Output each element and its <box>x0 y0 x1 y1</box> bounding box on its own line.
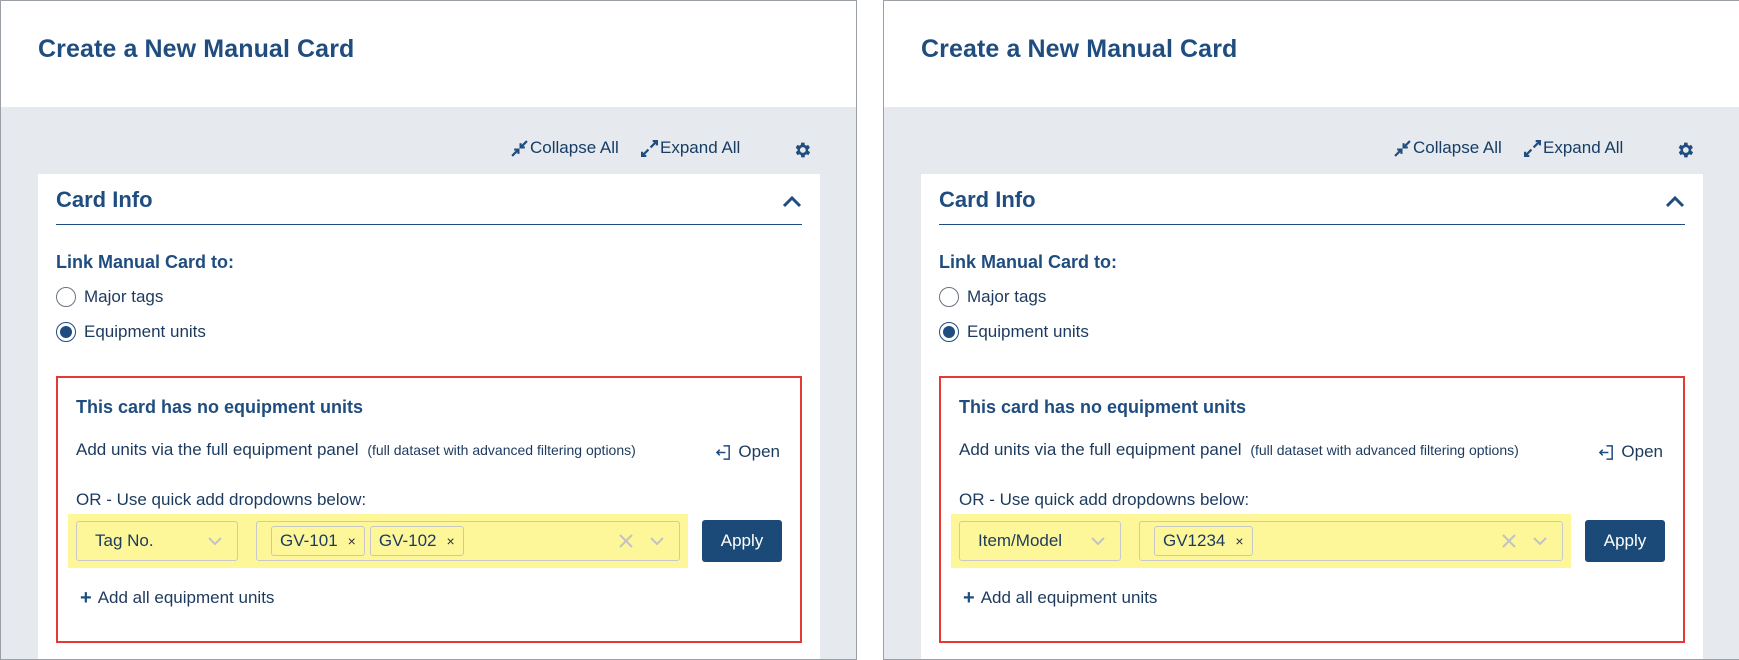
radio-equipment-units[interactable]: Equipment units <box>56 322 206 342</box>
field-type-select[interactable]: Tag No. <box>76 521 238 561</box>
radio-major-tags[interactable]: Major tags <box>56 287 163 307</box>
add-all-label: Add all equipment units <box>97 588 275 607</box>
radio-label: Major tags <box>967 287 1047 306</box>
page-header: Create a New Manual Card <box>884 1 1739 107</box>
equipment-units-box: This card has no equipment units Add uni… <box>56 376 802 643</box>
card-info-section: Card Info Link Manual Card to: Major tag… <box>38 174 820 659</box>
close-icon[interactable] <box>1500 532 1518 550</box>
open-label: Open <box>738 442 780 461</box>
quick-add-highlight: Tag No. GV-101 × GV-102 × <box>68 514 688 568</box>
select-value: Tag No. <box>95 531 154 550</box>
remove-chip-icon[interactable]: × <box>447 533 455 549</box>
radio-major-tags[interactable]: Major tags <box>939 287 1046 307</box>
collapse-arrows-icon <box>1394 140 1411 157</box>
units-multiselect[interactable]: GV1234 × <box>1139 521 1563 561</box>
chip-label: GV1234 <box>1163 531 1226 550</box>
radio-equipment-units[interactable]: Equipment units <box>939 322 1089 342</box>
radio-label: Equipment units <box>967 322 1089 341</box>
expand-all-link[interactable]: Expand All <box>1524 138 1623 158</box>
link-manual-card-label: Link Manual Card to: <box>56 252 235 272</box>
panel-left: Create a New Manual Card Collapse All Ex… <box>0 0 857 660</box>
chip: GV-101 × <box>271 526 365 556</box>
card-info-section: Card Info Link Manual Card to: Major tag… <box>921 174 1703 659</box>
remove-chip-icon[interactable]: × <box>348 533 356 549</box>
radio-button[interactable] <box>56 287 76 307</box>
equipment-units-box: This card has no equipment units Add uni… <box>939 376 1685 643</box>
quick-add-hint: OR - Use quick add dropdowns below: <box>76 490 367 509</box>
open-panel-link[interactable]: Open <box>1598 442 1663 462</box>
apply-button[interactable]: Apply <box>1585 520 1665 562</box>
radio-label: Major tags <box>84 287 164 306</box>
plus-icon: + <box>963 587 975 609</box>
expand-all-link[interactable]: Expand All <box>641 138 740 158</box>
chip-list: GV1234 × <box>1154 526 1500 556</box>
radio-button-checked[interactable] <box>56 322 76 342</box>
divider <box>56 224 802 225</box>
expand-arrows-icon <box>1524 140 1541 157</box>
card-info-title: Card Info <box>939 187 1036 212</box>
chevron-up-icon[interactable] <box>782 194 802 210</box>
select-value: Item/Model <box>978 531 1063 550</box>
page-title: Create a New Manual Card <box>921 35 1238 63</box>
divider <box>939 224 1685 225</box>
gear-icon[interactable] <box>1675 140 1695 160</box>
chip: GV1234 × <box>1154 526 1253 556</box>
apply-button[interactable]: Apply <box>702 520 782 562</box>
quick-add-highlight: Item/Model GV1234 × <box>951 514 1571 568</box>
link-manual-card-label: Link Manual Card to: <box>939 252 1118 272</box>
open-panel-link[interactable]: Open <box>715 442 780 462</box>
plus-icon: + <box>80 587 92 609</box>
collapse-all-link[interactable]: Collapse All <box>511 138 619 158</box>
panel-right: Create a New Manual Card Collapse All Ex… <box>883 0 1739 660</box>
add-via-note: (full dataset with advanced filtering op… <box>1250 442 1519 458</box>
collapse-all-label: Collapse All <box>530 138 619 157</box>
add-all-units-link[interactable]: + Add all equipment units <box>80 588 274 608</box>
chip-list: GV-101 × GV-102 × <box>271 526 617 556</box>
radio-button[interactable] <box>939 287 959 307</box>
page-title: Create a New Manual Card <box>38 35 355 63</box>
quick-add-hint: OR - Use quick add dropdowns below: <box>959 490 1250 509</box>
open-label: Open <box>1621 442 1663 461</box>
no-units-heading: This card has no equipment units <box>76 397 364 417</box>
expand-all-label: Expand All <box>660 138 741 157</box>
chevron-down-icon <box>207 536 223 546</box>
chip-label: GV-101 <box>280 531 338 550</box>
add-via-text: Add units via the full equipment panel (… <box>959 440 1519 460</box>
chip-label: GV-102 <box>378 531 437 550</box>
remove-chip-icon[interactable]: × <box>1235 533 1243 549</box>
add-via-note: (full dataset with advanced filtering op… <box>367 442 636 458</box>
add-all-units-link[interactable]: + Add all equipment units <box>963 588 1157 608</box>
open-panel-icon <box>715 444 732 461</box>
page-header: Create a New Manual Card <box>1 1 856 107</box>
card-info-title: Card Info <box>56 187 153 212</box>
collapse-all-label: Collapse All <box>1413 138 1502 157</box>
add-via-text: Add units via the full equipment panel (… <box>76 440 636 460</box>
open-panel-icon <box>1598 444 1615 461</box>
chevron-down-icon <box>1090 536 1106 546</box>
chevron-up-icon[interactable] <box>1665 194 1685 210</box>
units-multiselect[interactable]: GV-101 × GV-102 × <box>256 521 680 561</box>
chevron-down-icon[interactable] <box>1532 536 1548 546</box>
expand-all-label: Expand All <box>1543 138 1624 157</box>
expand-arrows-icon <box>641 140 658 157</box>
gear-icon[interactable] <box>792 140 812 160</box>
close-icon[interactable] <box>617 532 635 550</box>
collapse-arrows-icon <box>511 140 528 157</box>
add-via-label: Add units via the full equipment panel <box>76 440 359 459</box>
add-via-label: Add units via the full equipment panel <box>959 440 1242 459</box>
field-type-select[interactable]: Item/Model <box>959 521 1121 561</box>
collapse-all-link[interactable]: Collapse All <box>1394 138 1502 158</box>
no-units-heading: This card has no equipment units <box>959 397 1247 417</box>
radio-button-checked[interactable] <box>939 322 959 342</box>
radio-label: Equipment units <box>84 322 206 341</box>
chevron-down-icon[interactable] <box>649 536 665 546</box>
chip: GV-102 × <box>369 526 464 556</box>
add-all-label: Add all equipment units <box>980 588 1158 607</box>
